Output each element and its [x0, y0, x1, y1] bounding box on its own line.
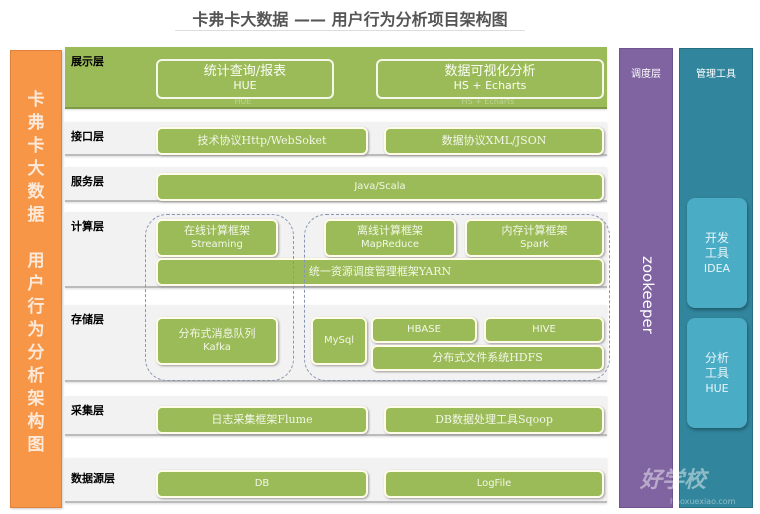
tool-line: 工具 — [704, 245, 729, 260]
watermark-url: haoxuexiao.com — [670, 497, 736, 506]
left-char: 析 — [27, 366, 45, 386]
layer-label: 接口层 — [71, 130, 104, 143]
title-divider — [175, 30, 525, 31]
scheduler-title: 调度层 — [631, 69, 661, 80]
left-title-panel: 卡 弗 卡 大 数 据 用 户 行 为 分 析 架 构 图 — [10, 50, 62, 508]
collect-box-flume: 日志采集框架Flume — [156, 406, 368, 434]
tool-hue: 分析 工具 HUE — [687, 318, 747, 428]
group-outline-batch — [304, 214, 610, 381]
left-char: 卡 — [27, 136, 45, 156]
interface-box-json: 数据协议XML/JSON — [384, 127, 604, 155]
left-char: 图 — [27, 435, 45, 455]
tool-idea: 开发 工具 IDEA — [687, 198, 747, 308]
layer-label: 展示层 — [71, 55, 104, 68]
box-title: 数据可视化分析 — [444, 64, 536, 79]
left-char: 据 — [27, 205, 45, 225]
left-char: 卡 — [27, 90, 45, 110]
left-char: 户 — [27, 274, 45, 294]
layer-label: 计算层 — [71, 220, 104, 233]
tool-line: 开发 — [704, 230, 729, 245]
layer-interface: 接口层 技术协议Http/WebSoket 数据协议XML/JSON — [65, 122, 607, 156]
display-box-echarts: 数据可视化分析 HS + Echarts — [376, 59, 604, 99]
left-char: 分 — [27, 343, 45, 363]
layer-label: 服务层 — [71, 175, 104, 188]
box-text: DB — [254, 478, 270, 489]
tool-line: 工具 — [704, 365, 729, 380]
source-box-logfile: LogFile — [384, 470, 604, 498]
layer-service: 服务层 Java/Scala — [65, 167, 607, 202]
left-char: 弗 — [27, 113, 45, 133]
left-char: 数 — [27, 182, 45, 202]
box-text: Java/Scala — [354, 181, 406, 192]
tool-name: HUE — [705, 381, 729, 395]
interface-box-http: 技术协议Http/WebSoket — [156, 127, 368, 155]
left-char: 用 — [27, 251, 45, 271]
box-reflection: HUE — [234, 97, 252, 106]
tool-line: 分析 — [704, 350, 729, 365]
group-outline-realtime — [145, 214, 294, 381]
layer-display: 展示层 统计查询/报表 HUE HUE 数据可视化分析 HS + Echarts… — [65, 47, 607, 109]
box-text: LogFile — [476, 478, 512, 489]
box-reflection: HS + Echarts — [461, 97, 515, 106]
layer-label: 数据源层 — [71, 472, 115, 485]
tool-name: IDEA — [703, 261, 731, 275]
diagram-title: 卡弗卡大数据 —— 用户行为分析项目架构图 — [192, 10, 508, 29]
management-panel: 管理工具 开发 工具 IDEA 分析 工具 HUE — [679, 48, 753, 508]
box-subtitle: HUE — [233, 79, 257, 92]
box-title: 统计查询/报表 — [203, 64, 287, 79]
collect-box-sqoop: DB数据处理工具Sqoop — [384, 406, 604, 434]
display-box-hue: 统计查询/报表 HUE — [156, 59, 334, 99]
box-text: 数据协议XML/JSON — [441, 134, 547, 147]
layer-label: 采集层 — [71, 404, 104, 417]
watermark-logo: 好学校 — [640, 468, 707, 493]
box-text: 日志采集框架Flume — [211, 413, 313, 426]
zookeeper-label: zookeeper — [639, 256, 657, 334]
left-char: 架 — [27, 389, 45, 409]
box-text: 技术协议Http/WebSoket — [197, 134, 327, 147]
source-box-db: DB — [156, 470, 368, 498]
box-subtitle: HS + Echarts — [453, 79, 527, 92]
scheduler-panel: 调度层 zookeeper — [619, 48, 673, 508]
service-box-java: Java/Scala — [156, 173, 604, 201]
layer-source: 数据源层 DB LogFile — [65, 458, 607, 503]
left-char-gap — [11, 227, 61, 250]
left-char: 行 — [27, 297, 45, 317]
left-char: 构 — [27, 412, 45, 432]
left-char: 大 — [27, 159, 45, 179]
layer-collect: 采集层 日志采集框架Flume DB数据处理工具Sqoop — [65, 396, 607, 436]
left-char: 为 — [27, 320, 45, 340]
box-text: DB数据处理工具Sqoop — [435, 413, 553, 426]
layer-label: 存储层 — [71, 313, 104, 326]
management-title: 管理工具 — [696, 69, 736, 80]
